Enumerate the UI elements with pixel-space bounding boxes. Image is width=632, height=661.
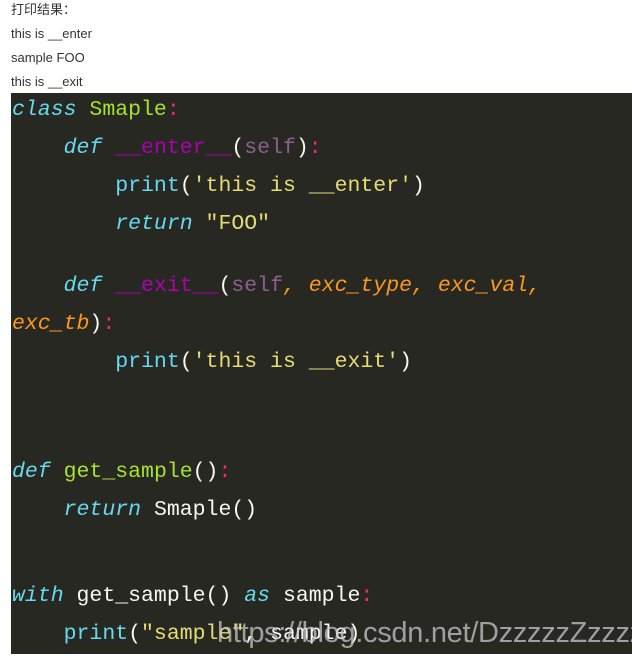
code-token: class [12, 98, 77, 122]
code-token: Smaple [89, 98, 167, 122]
code-token: __exit__ [115, 274, 219, 298]
code-line: return Smaple() [12, 498, 258, 522]
code-token: print [115, 350, 180, 374]
watermark: https://blog.csdn.net/DzzzzzZzzzz [217, 617, 632, 649]
code-token: self [231, 274, 283, 298]
code-token: () [192, 460, 219, 484]
code-token: exc_tb [12, 312, 90, 336]
code-token: get_sample [63, 460, 193, 484]
code-token: 'this is __exit' [192, 350, 400, 374]
code-token: with [12, 584, 64, 608]
code-token: as [244, 584, 271, 608]
code-token: ) [399, 350, 412, 374]
code-token: "FOO" [205, 212, 271, 236]
code-token: ) [411, 174, 425, 198]
code-token: , [528, 274, 542, 298]
code-line: print('this is __enter') [12, 174, 425, 198]
code-token: __enter__ [115, 136, 232, 160]
code-line: exc_tb): [12, 312, 115, 336]
code-line: def get_sample(): [12, 460, 231, 484]
code-line: with get_sample() as sample: [12, 584, 373, 608]
code-token: , [412, 274, 438, 298]
code-token: exc_type [308, 274, 412, 298]
code-token: 'this is __enter' [192, 174, 412, 198]
code-token: : [166, 98, 180, 122]
code-token: : [218, 460, 232, 484]
code-line: class Smaple: [12, 98, 180, 122]
print-output: 打印结果： this is __enter sample FOO this is… [11, 0, 92, 97]
code-token: ( [179, 350, 193, 374]
code-token: ) [89, 312, 103, 336]
code-token: def [63, 274, 103, 298]
code-block: class Smaple: def __enter__(self): print… [11, 93, 632, 654]
code-token: def [12, 460, 51, 484]
code-line: def __exit__(self, exc_type, exc_val, [12, 274, 541, 298]
output-line: this is __enter [11, 26, 92, 41]
output-heading: 打印结果： [11, 2, 77, 17]
code-token: Smaple() [153, 498, 258, 522]
output-line: sample FOO [11, 50, 85, 65]
code-token: : [360, 584, 374, 608]
code-line: print('this is __exit') [12, 350, 412, 374]
code-token: ( [179, 174, 193, 198]
code-token: self [244, 136, 296, 160]
code-line: return "FOO" [12, 212, 270, 236]
code-token: ( [128, 622, 142, 646]
code-token: sample [282, 584, 361, 608]
code-token: : [102, 312, 116, 336]
code-token: print [63, 622, 129, 646]
code-token: ) [295, 136, 309, 160]
code-line: def __enter__(self): [12, 136, 322, 160]
code-token: : [308, 136, 322, 160]
code-token: return [115, 212, 193, 236]
code-token: , [282, 274, 309, 298]
code-token: ( [218, 274, 232, 298]
code-token: get_sample() [76, 584, 232, 608]
code-token: return [63, 498, 142, 522]
code-token: exc_val [437, 274, 529, 298]
code-token: print [115, 174, 180, 198]
code-token: ( [231, 136, 245, 160]
code-token: def [63, 136, 103, 160]
